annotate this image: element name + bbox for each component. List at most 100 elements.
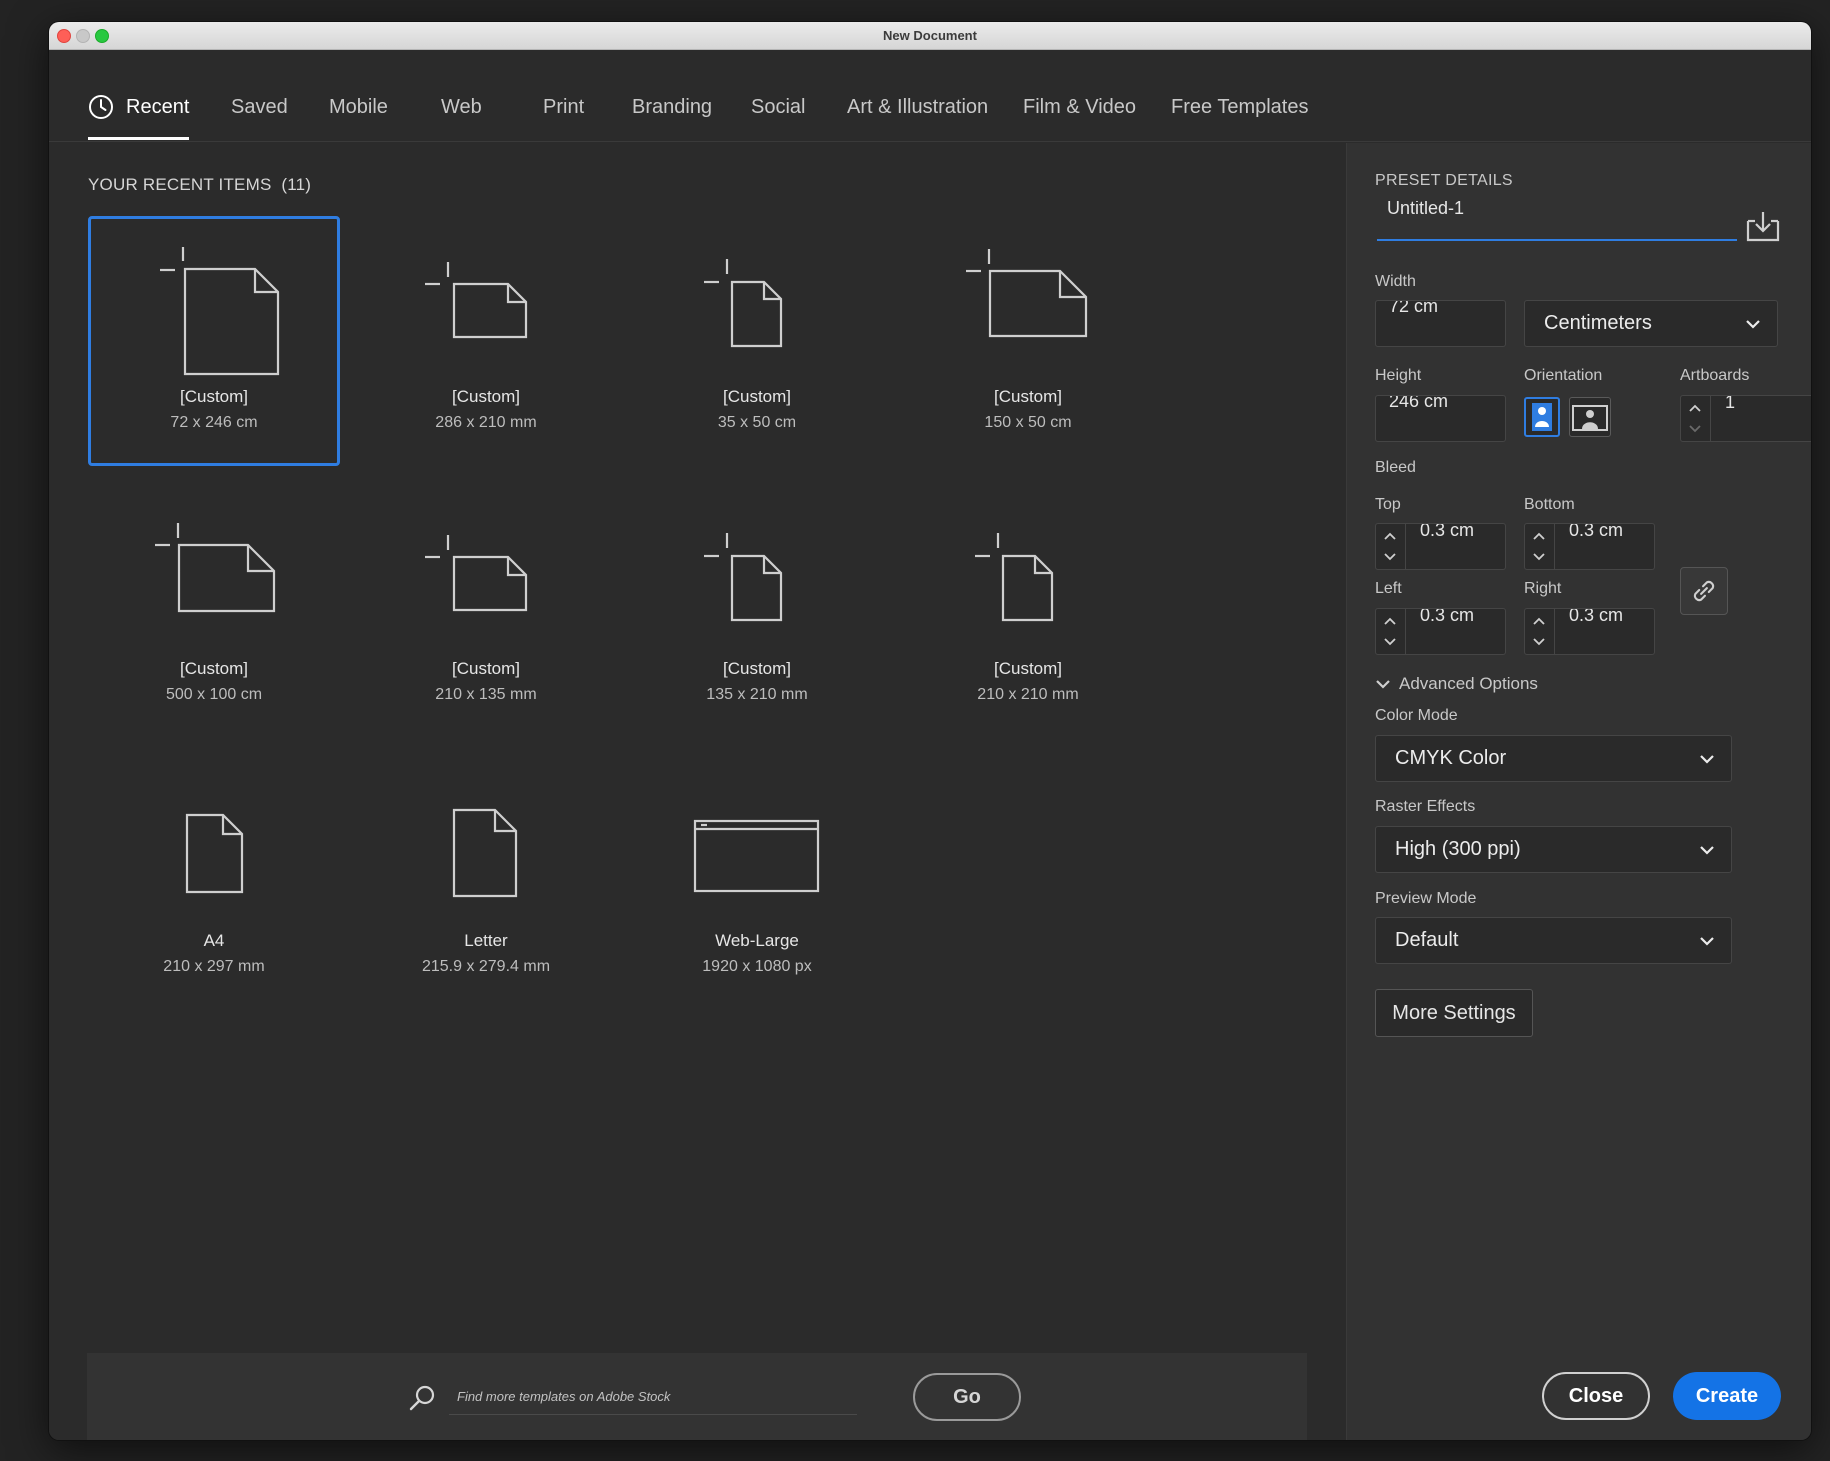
recent-items-pane: YOUR RECENT ITEMS (11) [Custom] 72 x 246… [49,143,1346,1440]
tab-free-templates[interactable]: Free Templates [1171,96,1308,140]
search-icon [409,1385,435,1411]
custom-landscape-document-icon [425,262,528,339]
item-name: [Custom] [993,659,1063,678]
recent-item[interactable]: [Custom] 210 x 210 mm [902,488,1154,738]
advanced-options-toggle[interactable]: Advanced Options [1375,674,1538,694]
item-size: 286 x 210 mm [435,414,537,431]
item-name: [Custom] [179,659,249,678]
custom-landscape-document-icon [155,523,276,613]
chevron-down-icon [1700,845,1714,855]
recent-item[interactable]: [Custom] 150 x 50 cm [902,216,1154,466]
item-size: 215.9 x 279.4 mm [421,958,551,975]
landscape-orientation-button[interactable] [1569,397,1611,437]
item-name: [Custom] [451,659,521,678]
chevron-down-icon[interactable] [1384,553,1396,561]
artboards-value: 1 [1725,395,1736,412]
custom-landscape-document-icon [966,249,1088,338]
chevron-up-icon[interactable] [1533,617,1545,625]
chevron-up-icon[interactable] [1384,617,1396,625]
chevron-down-icon[interactable] [1384,638,1396,646]
tab-label: Film & Video [1023,96,1137,118]
recent-item[interactable]: [Custom] 72 x 246 cm [88,216,340,466]
item-name: A4 [203,931,225,950]
height-field[interactable]: 246 cm [1375,395,1506,442]
bleed-right-stepper-arrows [1525,609,1555,654]
tab-label: Branding [632,96,713,118]
units-value: Centimeters [1544,312,1652,334]
tab-print[interactable]: Print [543,96,584,140]
link-icon [1693,580,1715,602]
custom-landscape-document-icon [425,535,528,612]
bleed-right-stepper[interactable]: 0.3 cm [1524,608,1655,655]
bleed-bottom-stepper[interactable]: 0.3 cm [1524,523,1655,570]
stock-search-bar: Go [87,1353,1307,1440]
chevron-up-icon[interactable] [1689,404,1701,412]
tab-label: Print [543,96,585,118]
tab-branding[interactable]: Branding [632,96,712,140]
close-button[interactable]: Close [1542,1372,1650,1420]
item-size: 1920 x 1080 px [702,958,812,975]
save-preset-icon[interactable] [1745,209,1781,243]
category-tabs: Recent Saved Mobile Web Print Branding S… [49,50,1811,142]
bleed-top-value: 0.3 cm [1420,523,1475,540]
recent-item[interactable]: Web-Large 1920 x 1080 px [631,760,883,1010]
tab-social[interactable]: Social [751,96,805,140]
raster-effects-label: Raster Effects [1375,798,1476,815]
tab-saved[interactable]: Saved [231,96,288,140]
go-button[interactable]: Go [913,1373,1021,1421]
tab-film-video[interactable]: Film & Video [1023,96,1136,140]
chevron-down-icon[interactable] [1533,638,1545,646]
recent-item[interactable]: [Custom] 286 x 210 mm [360,216,612,466]
width-value: 72 cm [1389,300,1439,316]
link-bleed-button[interactable] [1680,567,1728,615]
chevron-down-icon [1700,936,1714,946]
chevron-up-icon[interactable] [1384,532,1396,540]
recent-item[interactable]: [Custom] 35 x 50 cm [631,216,883,466]
bleed-label: Bleed [1375,459,1416,476]
height-value: 246 cm [1389,395,1449,411]
units-select[interactable]: Centimeters [1524,300,1778,347]
tab-web[interactable]: Web [441,96,482,140]
width-field[interactable]: 72 cm [1375,300,1506,347]
item-size: 210 x 135 mm [435,686,537,703]
more-settings-button[interactable]: More Settings [1375,989,1533,1037]
chevron-down-icon[interactable] [1533,553,1545,561]
bleed-left-stepper[interactable]: 0.3 cm [1375,608,1506,655]
tab-mobile[interactable]: Mobile [329,96,388,140]
item-name: Web-Large [715,931,799,950]
tab-art-illustration[interactable]: Art & Illustration [847,96,988,140]
landscape-person-icon [1572,405,1608,431]
advanced-options-label: Advanced Options [1399,674,1538,693]
color-mode-value: CMYK Color [1395,747,1507,769]
chevron-down-icon [1376,680,1390,689]
recent-items-title: YOUR RECENT ITEMS [88,175,272,194]
raster-effects-select[interactable]: High (300 ppi) [1375,826,1732,873]
stock-search-input[interactable] [449,1379,857,1415]
recent-item[interactable]: [Custom] 210 x 135 mm [360,488,612,738]
item-size: 35 x 50 cm [717,414,797,431]
bleed-left-value: 0.3 cm [1420,608,1475,625]
preview-mode-select[interactable]: Default [1375,917,1732,964]
tab-recent[interactable]: Recent [88,95,190,140]
portrait-orientation-button[interactable] [1524,397,1560,437]
bleed-left-stepper-arrows [1376,609,1406,654]
recent-item[interactable]: Letter 215.9 x 279.4 mm [360,760,612,1010]
bleed-bottom-stepper-arrows [1525,524,1555,569]
tab-label: Social [751,96,806,118]
create-button[interactable]: Create [1673,1372,1781,1420]
recent-item[interactable]: A4 210 x 297 mm [88,760,340,1010]
chevron-down-icon[interactable] [1689,425,1701,433]
bleed-top-stepper[interactable]: 0.3 cm [1375,523,1506,570]
color-mode-select[interactable]: CMYK Color [1375,735,1732,782]
recent-item[interactable]: [Custom] 500 x 100 cm [88,488,340,738]
chevron-up-icon[interactable] [1533,532,1545,540]
item-name: [Custom] [179,387,249,406]
color-mode-label: Color Mode [1375,707,1458,724]
tab-label: Web [441,96,482,118]
artboards-stepper[interactable]: 1 [1680,395,1811,442]
preview-mode-label: Preview Mode [1375,890,1477,907]
recent-items-heading: YOUR RECENT ITEMS (11) [88,175,311,195]
document-name-field[interactable]: Untitled-1 [1377,201,1737,241]
recent-item[interactable]: [Custom] 135 x 210 mm [631,488,883,738]
document-icon [185,813,244,894]
